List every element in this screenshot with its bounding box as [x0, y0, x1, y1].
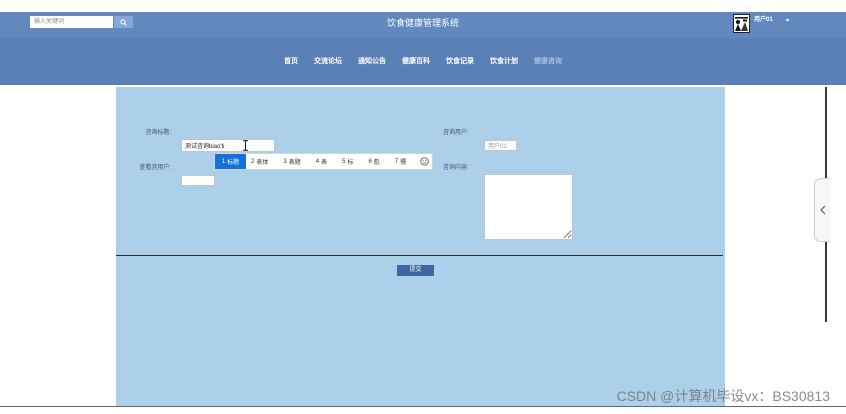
text-cursor-icon: [243, 140, 248, 151]
ime-candidate-text: 表题: [288, 160, 301, 166]
ime-candidate-text: 标题: [227, 160, 240, 166]
caret-down-icon[interactable]: [785, 18, 790, 23]
side-float-tab[interactable]: [814, 178, 830, 242]
ime-candidate-index: 3: [283, 158, 287, 165]
ime-candidate-text: 表体: [256, 160, 269, 166]
viewer-label: 查看咨用户:: [139, 165, 171, 171]
nav-item-health-wiki[interactable]: 健康百科: [402, 58, 430, 66]
title-label: 咨询标题:: [145, 130, 171, 136]
consult-user-input[interactable]: [484, 140, 517, 151]
avatar-icon: [733, 14, 750, 33]
ime-candidate-index: 5: [342, 158, 346, 165]
page: 饮食健康管理系统 用户01 首页 交流论坛 通知公告 健康百科 饮食记录 饮食计…: [0, 0, 846, 414]
ime-candidate-index: 1: [221, 158, 226, 165]
ime-candidate-6[interactable]: 6 彪: [368, 154, 379, 169]
ime-candidate-bar: 1 标题 2 表体 3 表题 4 表 5 标 6 彪 7 镖: [214, 153, 433, 170]
content-textarea[interactable]: [484, 174, 573, 240]
title-input[interactable]: [181, 139, 275, 152]
ime-candidate-index: 4: [315, 158, 320, 165]
ime-candidate-text: 彪: [373, 160, 380, 166]
ime-candidate-1[interactable]: 1 标题: [215, 154, 246, 169]
watermark: CSDN @计算机毕设vx：BS30813: [616, 388, 830, 404]
nav-item-notices[interactable]: 通知公告: [358, 58, 386, 66]
ime-candidate-text: 标: [347, 160, 354, 166]
viewer-input[interactable]: [181, 175, 215, 186]
ime-candidate-index: 2: [251, 158, 255, 165]
app-title: 饮食健康管理系统: [386, 18, 459, 28]
ime-candidate-7[interactable]: 7 镖: [395, 154, 406, 169]
ime-candidate-2[interactable]: 2 表体: [251, 154, 268, 169]
avatar[interactable]: [733, 14, 750, 33]
form-divider: [116, 255, 723, 256]
ime-candidate-4[interactable]: 4 表: [316, 154, 327, 169]
main-nav: 首页 交流论坛 通知公告 健康百科 饮食记录 饮食计划 健康咨询: [0, 38, 846, 85]
user-name[interactable]: 用户01: [754, 17, 773, 24]
nav-item-forum[interactable]: 交流论坛: [314, 58, 342, 66]
ime-candidate-text: 表: [321, 160, 328, 166]
content-label: 咨询内容:: [443, 165, 469, 171]
ime-candidate-index: 6: [368, 158, 372, 165]
nav-item-health-consult[interactable]: 健康咨询: [534, 58, 562, 66]
smiley-icon-glyph: [420, 157, 429, 166]
nav-item-diet-plans[interactable]: 饮食计划: [490, 58, 518, 66]
ime-candidate-text: 镖: [400, 160, 407, 166]
page-bottom-border: [0, 406, 846, 407]
consult-user-label: 咨询用户:: [443, 130, 469, 136]
consult-form-panel: [116, 87, 725, 406]
submit-button[interactable]: 提交: [397, 265, 434, 276]
ime-candidate-5[interactable]: 5 标: [342, 154, 353, 169]
nav-item-home[interactable]: 首页: [284, 58, 298, 66]
ime-candidate-index: 7: [394, 158, 399, 165]
smiley-icon[interactable]: [417, 154, 432, 169]
chevron-left-icon: [819, 205, 825, 215]
ime-candidate-3[interactable]: 3 表题: [283, 154, 300, 169]
nav-item-diet-records[interactable]: 饮食记录: [446, 58, 474, 66]
